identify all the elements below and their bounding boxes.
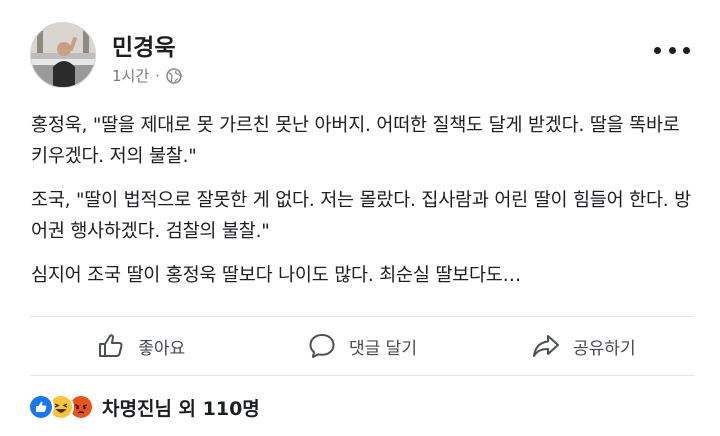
avatar[interactable] [30,22,96,88]
meta-separator: · [155,66,160,85]
comment-icon [309,334,335,358]
share-icon [533,335,560,357]
globe-icon[interactable] [166,67,182,84]
divider-bottom [30,375,694,376]
thumbs-up-icon [99,334,123,357]
comment-button[interactable]: 댓글 달기 [251,318,472,374]
like-label: 좋아요 [138,338,186,359]
reactions-count-text[interactable]: 차명진님 외 110명 [102,394,260,421]
post-paragraph: 홍정욱, "딸을 제대로 못 가르친 못난 아버지. 어떠한 질책도 달게 받겠… [31,115,680,167]
post-body: 홍정욱, "딸을 제대로 못 가르친 못난 아버지. 어떠한 질책도 달게 받겠… [31,110,691,304]
more-dot [654,46,661,54]
divider-top [30,316,694,317]
post-header: 민경욱 1시간 · [30,22,700,88]
more-dot [668,46,676,54]
like-icon [28,394,54,420]
share-button[interactable]: 공유하기 [473,318,694,374]
avatar-photo [31,23,95,87]
comment-label: 댓글 달기 [349,338,417,359]
author-name[interactable]: 민경욱 [112,28,175,62]
action-bar: 좋아요 댓글 달기 공유하기 [30,318,694,374]
like-button[interactable]: 좋아요 [30,318,251,374]
post-paragraph: 조국, "딸이 법적으로 잘못한 게 없다. 저는 몰랐다. 집사람과 어린 딸… [31,190,691,242]
post-paragraph: 심지어 조국 딸이 홍정욱 딸보다 나이도 많다. 최순실 딸보다도… [31,265,521,286]
more-dot [683,46,690,54]
reactions-summary[interactable]: 차명진님 외 110명 [28,392,260,422]
share-label: 공유하기 [573,338,636,359]
more-options-icon[interactable] [654,40,690,60]
post-time[interactable]: 1시간 [112,65,149,86]
facebook-post: 민경욱 1시간 · 홍정욱, "딸을 제대로 못 가르친 못난 아버지. 어떠한… [0,0,720,436]
post-meta: 1시간 · [112,65,182,86]
